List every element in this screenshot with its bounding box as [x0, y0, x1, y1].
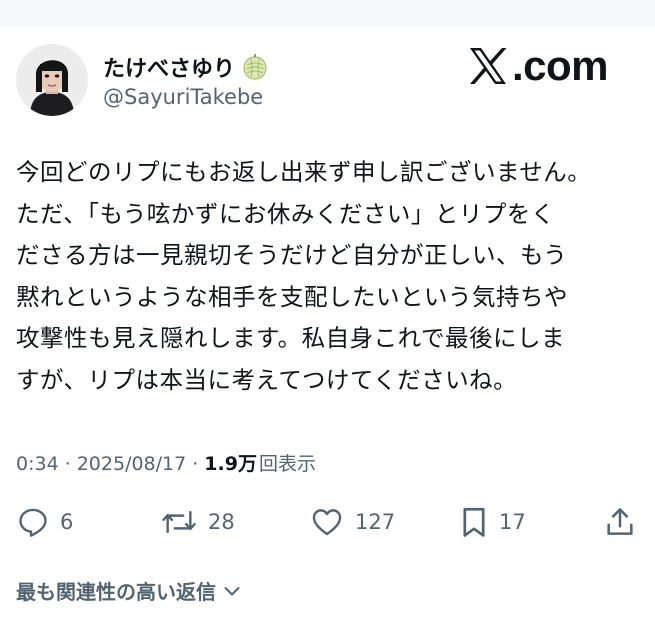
bookmark-button[interactable]: 17 — [459, 504, 526, 540]
views-label: 回表示 — [258, 453, 316, 475]
tweet-text: 今回どのリプにもお返し出来ず申し訳ございません。 ただ、「もう呟かずにお休みくだ… — [16, 152, 641, 401]
chevron-down-icon — [224, 586, 240, 595]
melon-emoji-icon — [241, 53, 269, 81]
tweet-meta: 0:34 · 2025/08/17 · 1.9万 回表示 — [16, 449, 316, 476]
tweet-text-line: ださる方は一見親切そうだけど自分が正しい、もう — [16, 241, 568, 269]
like-count: 127 — [355, 510, 396, 534]
tweet-date[interactable]: 2025/08/17 — [77, 453, 187, 475]
meta-separator: · — [192, 453, 199, 475]
heart-icon — [312, 509, 342, 536]
replies-sort-dropdown[interactable]: 最も関連性の高い返信 — [16, 576, 242, 605]
tweet-text-line: すが、リプは本当に考えてつけてくださいね。 — [16, 365, 518, 394]
like-button[interactable]: 127 — [309, 504, 395, 540]
share-button[interactable] — [603, 504, 637, 540]
top-strip — [0, 0, 655, 26]
tweet-actions: 6 28 127 17 — [0, 504, 655, 540]
author-name-row[interactable]: たけべさゆり — [103, 50, 269, 84]
site-domain-text: .com — [512, 42, 609, 89]
share-icon — [607, 508, 633, 535]
reply-button[interactable]: 6 — [16, 504, 73, 540]
x-logo-icon — [470, 48, 507, 84]
tweet-time[interactable]: 0:34 — [16, 453, 59, 475]
retweet-icon — [162, 510, 196, 534]
tweet-text-line: 攻撃性も見え隠れします。私自身これで最後にしま — [16, 324, 565, 352]
replies-sort-label: 最も関連性の高い返信 — [16, 580, 216, 604]
retweet-button[interactable]: 28 — [160, 504, 235, 540]
bookmark-count: 17 — [499, 510, 526, 534]
reply-icon — [19, 508, 47, 537]
tweet-text-line: 今回どのリプにもお返し出来ず申し訳ございません。 — [16, 158, 592, 186]
meta-separator: · — [64, 453, 71, 475]
author-display-name[interactable]: たけべさゆり — [103, 51, 235, 83]
site-logo: .com — [466, 42, 609, 89]
author-handle[interactable]: @SayuriTakebe — [103, 85, 263, 109]
tweet-text-line: ただ、「もう呟かずにお休みください」とリプをく — [16, 199, 555, 228]
avatar[interactable] — [16, 44, 88, 116]
tweet-text-line: 黙れというような相手を支配したいという気持ちや — [16, 282, 568, 311]
views-count: 1.9万 — [204, 453, 257, 475]
bookmark-icon — [463, 507, 485, 537]
retweet-count: 28 — [208, 510, 235, 534]
reply-count: 6 — [60, 510, 74, 534]
